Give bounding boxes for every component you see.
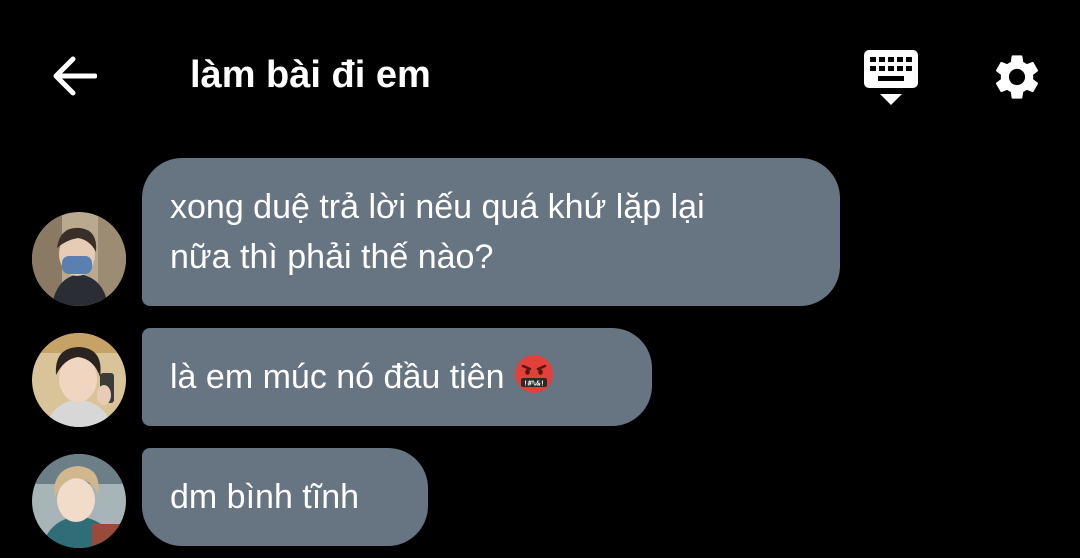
avatar-person-selfie xyxy=(32,333,126,427)
message-bubble[interactable]: xong duệ trả lời nếu quá khứ lặp lại nữa… xyxy=(142,158,840,306)
chat-title: làm bài đi em xyxy=(190,54,431,96)
back-button[interactable] xyxy=(44,50,104,102)
gear-icon xyxy=(995,55,1039,99)
svg-text:!#%&!: !#%&! xyxy=(523,379,544,387)
chat-header: làm bài đi em xyxy=(0,0,1080,150)
avatar-person-blond xyxy=(32,454,126,548)
settings-button[interactable] xyxy=(984,46,1050,108)
sender-avatar[interactable] xyxy=(32,212,126,306)
message-text: dm bình tĩnh xyxy=(170,478,360,516)
arrow-left-icon xyxy=(53,56,97,96)
message-text: là em múc nó đầu tiên xyxy=(170,358,505,396)
message-bubble[interactable]: là em múc nó đầu tiên !#%&! xyxy=(142,328,652,426)
swearing-face-emoji: !#%&! xyxy=(514,355,553,393)
sender-avatar[interactable] xyxy=(32,333,126,427)
avatar-person-masked xyxy=(32,212,126,306)
message-text-line: nữa thì phải thế nào? xyxy=(170,238,494,276)
message-text-line: xong duệ trả lời nếu quá khứ lặp lại xyxy=(170,188,705,226)
message-bubble[interactable]: dm bình tĩnh xyxy=(142,448,428,546)
keyboard-toggle-button[interactable] xyxy=(858,48,924,108)
sender-avatar[interactable] xyxy=(32,454,126,548)
keyboard-hide-icon xyxy=(864,50,918,105)
